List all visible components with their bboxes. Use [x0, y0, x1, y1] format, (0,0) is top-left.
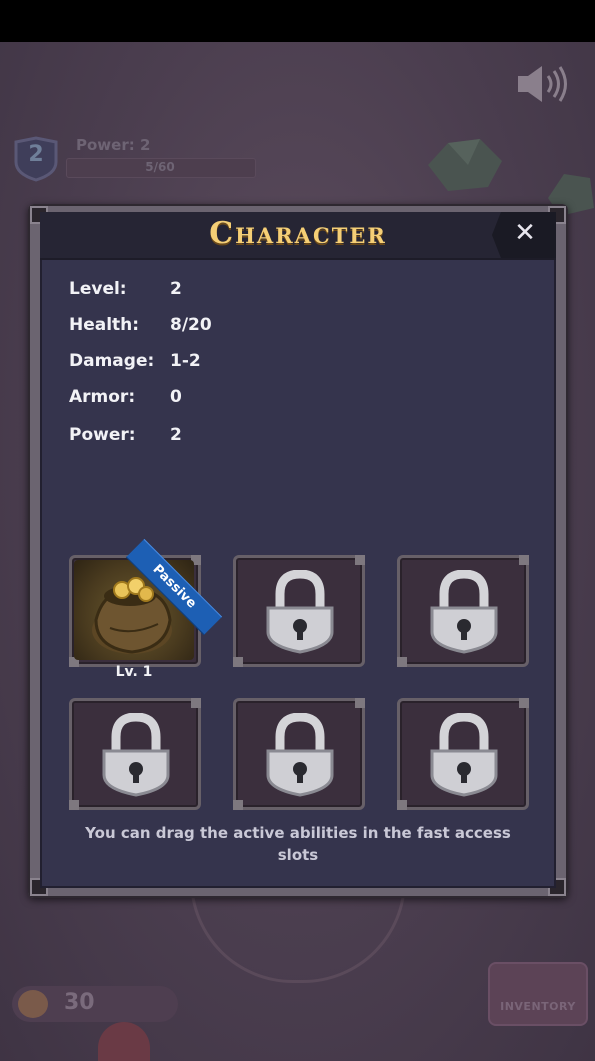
- slot-corner: [355, 698, 365, 708]
- stat-power-value: 2: [170, 425, 182, 445]
- xp-text: 5/60: [145, 160, 175, 174]
- stat-power-label: Power:: [69, 425, 136, 445]
- padlock-icon: [266, 570, 334, 654]
- stat-armor-value: 0: [170, 387, 182, 407]
- slot-corner: [355, 555, 365, 565]
- slot-corner: [233, 800, 243, 810]
- locked-ability-slot: [233, 698, 365, 810]
- slot-corner: [519, 555, 529, 565]
- stat-health-label: Health:: [69, 315, 140, 335]
- stat-level-value: 2: [170, 279, 182, 299]
- slot-corner: [69, 800, 79, 810]
- sound-icon[interactable]: [514, 62, 570, 106]
- stat-damage-label: Damage:: [69, 351, 155, 371]
- slot-corner: [397, 657, 407, 667]
- slot-corner: [233, 657, 243, 667]
- padlock-icon: [430, 570, 498, 654]
- locked-ability-slot: [397, 555, 529, 667]
- stat-armor-label: Armor:: [69, 387, 136, 407]
- close-icon[interactable]: ✕: [510, 218, 540, 248]
- inventory-label: INVENTORY: [500, 1000, 576, 1013]
- padlock-icon: [102, 713, 170, 797]
- locked-ability-slot: [397, 698, 529, 810]
- inventory-button[interactable]: [488, 962, 588, 1026]
- padlock-icon: [266, 713, 334, 797]
- rock-icon: [428, 139, 502, 191]
- coin-count: 30: [64, 990, 95, 1015]
- slot-corner: [519, 698, 529, 708]
- slot-corner: [397, 800, 407, 810]
- locked-ability-slot: [233, 555, 365, 667]
- stat-damage-value: 1-2: [170, 351, 201, 371]
- modal-title: Character: [209, 216, 387, 251]
- drag-hint-text: You can drag the active abilities in the…: [85, 824, 511, 864]
- slot-corner: [191, 698, 201, 708]
- status-bar: [0, 0, 595, 42]
- ability-level-label: Lv. 1: [115, 664, 153, 680]
- locked-ability-slot: [69, 698, 201, 810]
- player-level-number: 2: [28, 142, 44, 167]
- coin-stack-icon: [18, 990, 48, 1018]
- padlock-icon: [430, 713, 498, 797]
- stat-level-label: Level:: [69, 279, 127, 299]
- stat-health-value: 8/20: [170, 315, 212, 335]
- power-label: Power: 2: [76, 136, 151, 154]
